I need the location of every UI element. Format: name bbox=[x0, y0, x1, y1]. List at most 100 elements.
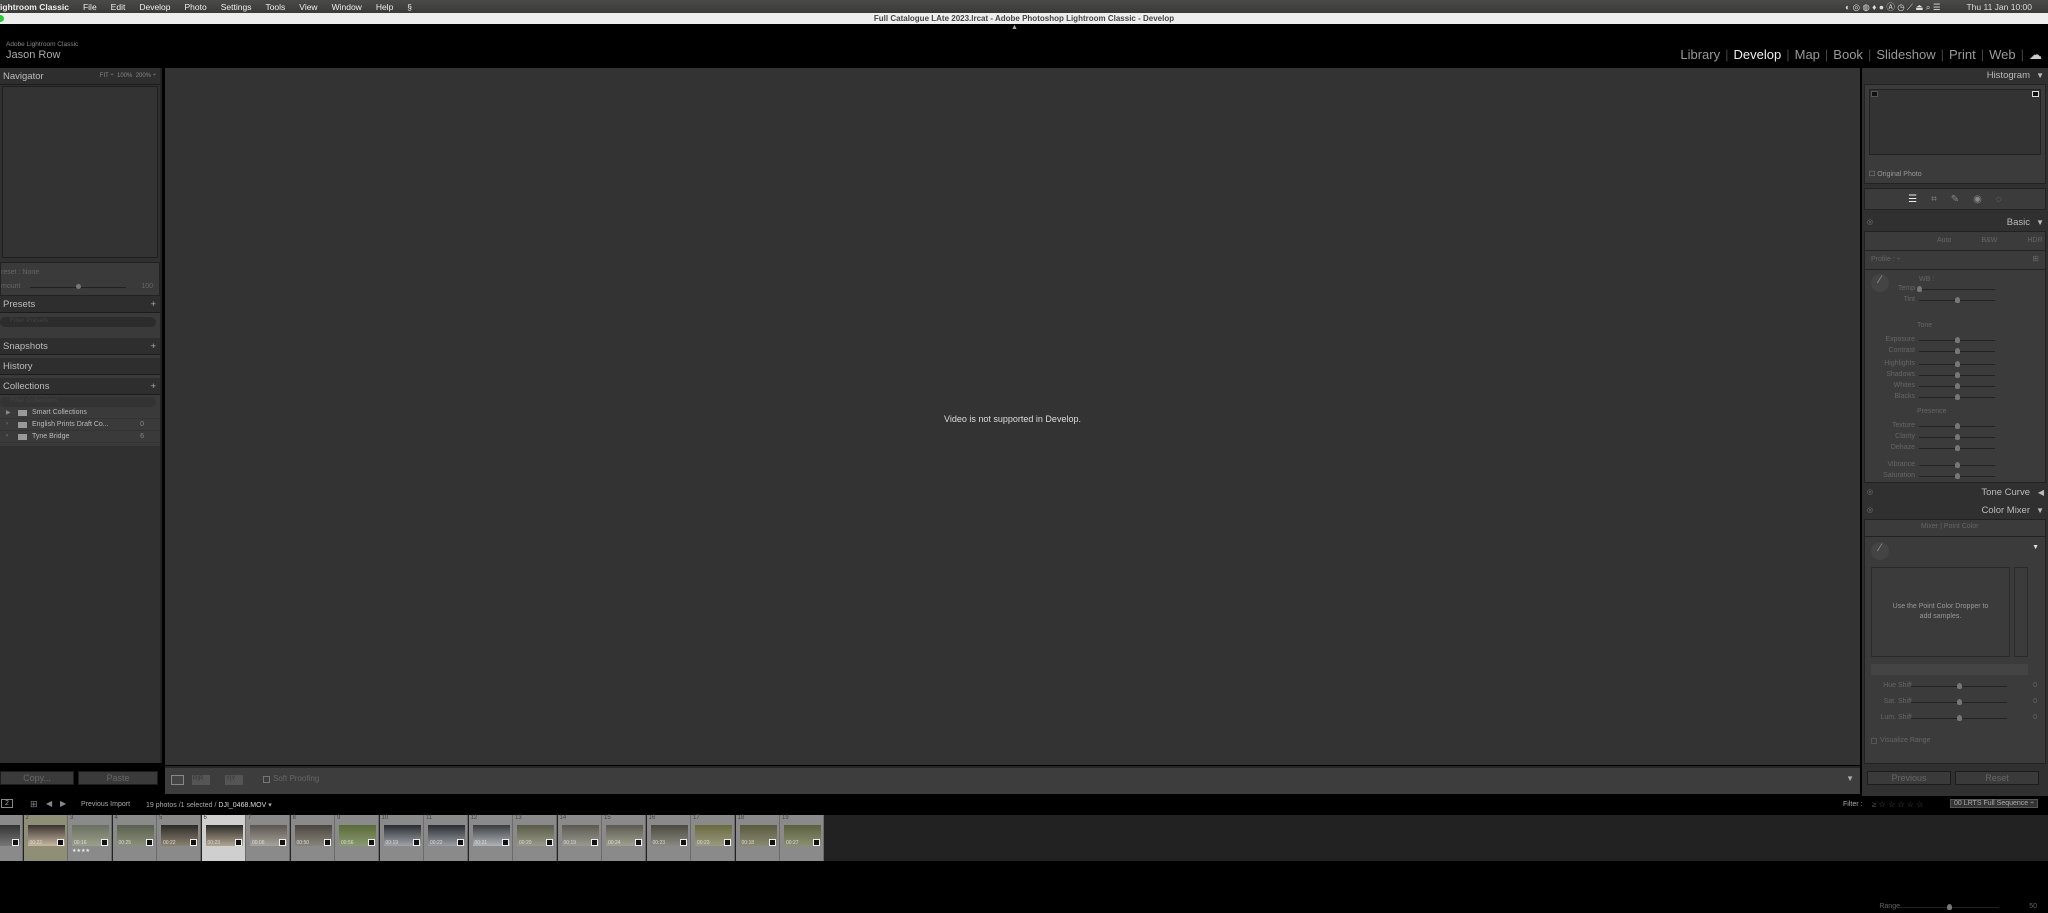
slider-lum-shift[interactable]: Lum. Shift 0 bbox=[1865, 713, 2045, 724]
highlight-clipping-icon[interactable] bbox=[2032, 91, 2039, 97]
module-book[interactable]: Book bbox=[1833, 47, 1863, 63]
filmstrip-source[interactable]: Previous Import bbox=[81, 801, 130, 808]
slider-thumb[interactable] bbox=[1955, 434, 1960, 440]
filmstrip-thumbnail[interactable]: 17 00:23 bbox=[691, 815, 735, 861]
filmstrip-thumbnail[interactable]: 19 00:27 bbox=[780, 815, 824, 861]
slider-thumb[interactable] bbox=[1955, 423, 1960, 429]
slider-thumb[interactable] bbox=[1955, 445, 1960, 451]
profile-select[interactable]: Profile : ÷ bbox=[1871, 256, 1901, 263]
add-preset-icon[interactable]: + bbox=[150, 296, 156, 313]
previous-button[interactable]: Previous bbox=[1867, 771, 1951, 785]
slider-thumb[interactable] bbox=[1947, 904, 1952, 910]
filmstrip-thumbnail[interactable]: 14 00:19 bbox=[557, 815, 602, 861]
collection-item[interactable]: ▶ Smart Collections bbox=[0, 407, 160, 419]
slider-dehaze[interactable]: Dehaze bbox=[1865, 443, 2045, 454]
filmstrip-thumbnail[interactable]: 7 00:06 bbox=[246, 815, 290, 861]
slider-contrast[interactable]: Contrast bbox=[1865, 346, 2045, 357]
wb-select[interactable]: WB : bbox=[1919, 276, 1934, 283]
slider-thumb[interactable] bbox=[1955, 337, 1960, 343]
crop-icon[interactable]: ⌗ bbox=[1931, 194, 1937, 205]
module-web[interactable]: Web bbox=[1989, 47, 2016, 63]
point-color-dropper-icon[interactable]: ⁄ bbox=[1871, 542, 1889, 560]
filmstrip-thumbnail[interactable]: 18 00:18 bbox=[735, 815, 780, 861]
menu-window[interactable]: Window bbox=[332, 2, 362, 12]
slider-thumb[interactable] bbox=[1955, 361, 1960, 367]
color-mixer-header[interactable]: ◎ Color Mixer ▼ bbox=[1862, 503, 2048, 519]
collapse-top-panel-icon[interactable]: ▲ bbox=[1011, 24, 1018, 31]
back-arrow-icon[interactable]: ◀ bbox=[46, 799, 52, 808]
menu-tools[interactable]: Tools bbox=[265, 2, 285, 12]
grid-view-icon[interactable]: ⊞ bbox=[30, 799, 38, 810]
filmstrip-thumbnail[interactable]: 9 00:56 bbox=[335, 815, 379, 861]
zoom-fit[interactable]: FIT ÷ bbox=[100, 73, 114, 79]
filmstrip-thumbnail[interactable]: 6 00:23 bbox=[201, 815, 246, 861]
menu-file[interactable]: File bbox=[83, 2, 97, 12]
soft-proofing-checkbox[interactable] bbox=[263, 776, 270, 783]
bw-button[interactable]: B&W bbox=[1981, 237, 1997, 244]
slider-highlights[interactable]: Highlights bbox=[1865, 359, 2045, 370]
slider-thumb[interactable] bbox=[1955, 372, 1960, 378]
menu-help[interactable]: Help bbox=[376, 2, 393, 12]
slider-whites[interactable]: Whites bbox=[1865, 381, 2045, 392]
hdr-button[interactable]: HDR bbox=[2027, 237, 2042, 244]
slider-thumb[interactable] bbox=[1957, 683, 1962, 689]
filter-preset-select[interactable]: 00 LRTS Full Sequence ÷ bbox=[1950, 799, 2038, 808]
slider-range[interactable]: Range 50 bbox=[1865, 902, 2045, 913]
panel-toggle-eye-icon[interactable]: ◎ bbox=[1867, 503, 1873, 519]
profile-browser-icon[interactable]: ⊞ bbox=[2032, 254, 2039, 263]
slider-thumb[interactable] bbox=[1917, 286, 1922, 292]
slider-thumb[interactable] bbox=[1955, 394, 1960, 400]
collections-header[interactable]: Collections + bbox=[0, 378, 160, 395]
slider-thumb[interactable] bbox=[1955, 348, 1960, 354]
slider-thumb[interactable] bbox=[1955, 297, 1960, 303]
point-color-tab[interactable]: Point Color bbox=[1944, 523, 1979, 530]
filmstrip-thumbnail[interactable]: 11 00:22 bbox=[424, 815, 468, 861]
add-snapshot-icon[interactable]: + bbox=[150, 338, 156, 355]
navigator-header[interactable]: Navigator FIT ÷ 100% 200% ÷ bbox=[0, 68, 160, 85]
healing-icon[interactable]: ✎ bbox=[1951, 194, 1959, 205]
filmstrip-thumbnail[interactable]: 5 00:22 bbox=[157, 815, 201, 861]
collapse-icon[interactable]: ▼ bbox=[2036, 503, 2044, 519]
filmstrip-thumbnail[interactable]: 16 00:23 bbox=[646, 815, 691, 861]
slider-hue-shift[interactable]: Hue Shift 0 bbox=[1865, 681, 2045, 692]
paste-button[interactable]: Paste bbox=[78, 771, 158, 785]
secondary-window-button[interactable]: 2 bbox=[1, 799, 13, 808]
copy-button[interactable]: Copy... bbox=[0, 771, 74, 785]
collection-item[interactable]: › Tyne Bridge 6 bbox=[0, 431, 160, 443]
menu-view[interactable]: View bbox=[299, 2, 317, 12]
filmstrip-thumbnail[interactable]: 2 00:22 bbox=[23, 815, 68, 861]
menu-edit[interactable]: Edit bbox=[111, 2, 126, 12]
presets-filter-input[interactable]: Filter Presets bbox=[0, 317, 156, 327]
slider-saturation[interactable]: Saturation bbox=[1865, 471, 2045, 482]
zoom-100[interactable]: 100% bbox=[117, 73, 132, 79]
filmstrip-thumbnail[interactable]: 13 00:20 bbox=[513, 815, 557, 861]
amount-slider-thumb[interactable] bbox=[76, 284, 81, 289]
basic-header[interactable]: ◎ Basic ▼ bbox=[1862, 215, 2048, 231]
mixer-tab[interactable]: Mixer bbox=[1921, 523, 1938, 530]
module-develop[interactable]: Develop bbox=[1734, 47, 1782, 63]
slider-clarity[interactable]: Clarity bbox=[1865, 432, 2045, 443]
cloud-icon[interactable]: ☁ bbox=[2029, 47, 2042, 63]
menu-photo[interactable]: Photo bbox=[185, 2, 207, 12]
loupe-view-icon[interactable] bbox=[171, 775, 184, 785]
collection-item[interactable]: › English Prints Draft Co... 0 bbox=[0, 419, 160, 431]
forward-arrow-icon[interactable]: ▶ bbox=[60, 799, 66, 808]
module-print[interactable]: Print bbox=[1949, 47, 1976, 63]
slider-vibrance[interactable]: Vibrance bbox=[1865, 460, 2045, 471]
zoom-200[interactable]: 200% ÷ bbox=[136, 73, 156, 79]
filmstrip-thumbnail[interactable]: 8 00:50 bbox=[290, 815, 335, 861]
window-zoom-button[interactable] bbox=[0, 15, 4, 22]
visualize-range-checkbox[interactable] bbox=[1871, 738, 1877, 744]
script-menu-icon[interactable]: § bbox=[407, 2, 412, 12]
presets-header[interactable]: Presets + bbox=[0, 296, 160, 313]
menu-settings[interactable]: Settings bbox=[221, 2, 252, 12]
collapse-icon[interactable]: ▼ bbox=[2036, 68, 2044, 84]
module-library[interactable]: Library bbox=[1680, 47, 1720, 63]
add-collection-icon[interactable]: + bbox=[150, 378, 156, 395]
filmstrip-thumbnail[interactable]: 10 00:19 bbox=[379, 815, 424, 861]
masking-icon[interactable]: ◌ bbox=[1996, 194, 2002, 205]
app-menu[interactable]: ightroom Classic bbox=[0, 2, 69, 12]
slider-blacks[interactable]: Blacks bbox=[1865, 392, 2045, 403]
selected-file[interactable]: DJI_0468.MOV bbox=[218, 802, 266, 809]
slider-thumb[interactable] bbox=[1955, 473, 1960, 479]
